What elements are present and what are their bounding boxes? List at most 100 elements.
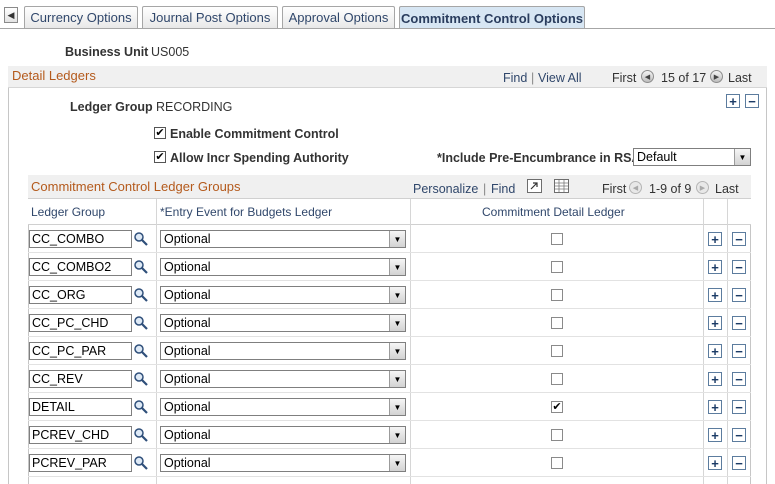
col-entry-event[interactable]: *Entry Event for Budgets Ledger [160, 205, 332, 219]
table-row: CC_PC_CHD Optional ▼ + − [28, 309, 751, 337]
grid-prev-icon[interactable]: ◀ [629, 181, 642, 194]
ledger-group-input[interactable]: DETAIL [29, 398, 132, 416]
detail-add-row-icon[interactable]: + [726, 94, 740, 108]
delete-row-icon[interactable]: − [732, 288, 746, 302]
lookup-search-icon[interactable] [133, 259, 149, 275]
add-row-icon[interactable]: + [708, 316, 722, 330]
commitment-detail-ledger-checkbox[interactable]: ✔ [551, 401, 563, 413]
detail-view-all-link[interactable]: View All [538, 71, 582, 85]
business-unit-label: Business Unit [65, 45, 149, 59]
commitment-detail-ledger-checkbox[interactable] [551, 457, 563, 469]
chevron-down-icon: ▼ [389, 259, 405, 275]
ledger-group-input[interactable]: CC_COMBO [29, 230, 132, 248]
detail-next-icon[interactable]: ▶ [710, 70, 723, 83]
separator: | [483, 182, 487, 196]
ledger-group-value: RECORDING [156, 100, 233, 114]
grid-first-label: First [602, 182, 627, 196]
detail-first-label: First [612, 71, 637, 85]
add-row-icon[interactable]: + [708, 344, 722, 358]
add-row-icon[interactable]: + [708, 232, 722, 246]
add-row-icon[interactable]: + [708, 456, 722, 470]
allow-incr-spending-checkbox[interactable]: ✔ [154, 151, 166, 163]
detail-delete-row-icon[interactable]: − [745, 94, 759, 108]
grid-column-header-row [28, 199, 751, 225]
table-row: CC_REV Optional ▼ + − [28, 365, 751, 393]
commitment-detail-ledger-checkbox[interactable] [551, 233, 563, 245]
ledger-group-input[interactable]: CC_PC_CHD [29, 314, 132, 332]
lookup-search-icon[interactable] [133, 399, 149, 415]
entry-event-select[interactable]: Optional ▼ [160, 314, 406, 332]
col-commitment-detail-ledger[interactable]: Commitment Detail Ledger [482, 205, 625, 219]
ledger-group-input[interactable]: CC_COMBO2 [29, 258, 132, 276]
entry-event-value: Optional [164, 400, 211, 414]
delete-row-icon[interactable]: − [732, 260, 746, 274]
delete-row-icon[interactable]: − [732, 232, 746, 246]
commitment-detail-ledger-checkbox[interactable] [551, 261, 563, 273]
chevron-down-icon: ▼ [389, 427, 405, 443]
lookup-search-icon[interactable] [133, 343, 149, 359]
download-spreadsheet-icon[interactable] [554, 179, 569, 193]
commitment-detail-ledger-checkbox[interactable] [551, 373, 563, 385]
delete-row-icon[interactable]: − [732, 400, 746, 414]
grid-find-link[interactable]: Find [491, 182, 515, 196]
ledger-group-label: Ledger Group [70, 100, 153, 114]
lookup-search-icon[interactable] [133, 371, 149, 387]
entry-event-select[interactable]: Optional ▼ [160, 454, 406, 472]
entry-event-select[interactable]: Optional ▼ [160, 426, 406, 444]
lookup-search-icon[interactable] [133, 427, 149, 443]
entry-event-select[interactable]: Optional ▼ [160, 258, 406, 276]
ledger-group-text: CC_REV [32, 372, 83, 386]
ledger-group-input[interactable]: PCREV_PAR [29, 454, 132, 472]
view-all-zoom-icon[interactable] [527, 179, 542, 193]
entry-event-select[interactable]: Optional ▼ [160, 370, 406, 388]
table-row: CC_ORG Optional ▼ + − [28, 281, 751, 309]
tab-label: Journal Post Options [149, 10, 271, 25]
commitment-detail-ledger-checkbox[interactable] [551, 345, 563, 357]
lookup-search-icon[interactable] [133, 455, 149, 471]
entry-event-select[interactable]: Optional ▼ [160, 398, 406, 416]
table-row: PCREV_PAR Optional ▼ + − [28, 449, 751, 477]
commitment-detail-ledger-checkbox[interactable] [551, 317, 563, 329]
entry-event-select[interactable]: Optional ▼ [160, 342, 406, 360]
delete-row-icon[interactable]: − [732, 428, 746, 442]
lookup-search-icon[interactable] [133, 231, 149, 247]
grid-personalize-link[interactable]: Personalize [413, 182, 478, 196]
add-row-icon[interactable]: + [708, 400, 722, 414]
ledger-group-input[interactable]: CC_PC_PAR [29, 342, 132, 360]
entry-event-value: Optional [164, 372, 211, 386]
commitment-detail-ledger-checkbox[interactable] [551, 429, 563, 441]
chevron-down-icon: ▼ [389, 287, 405, 303]
add-row-icon[interactable]: + [708, 372, 722, 386]
pre-encumbrance-select[interactable]: Default ▼ [633, 148, 751, 166]
tab-journal-post-options[interactable]: Journal Post Options [142, 6, 278, 28]
col-ledger-group[interactable]: Ledger Group [31, 205, 105, 219]
detail-find-link[interactable]: Find [503, 71, 527, 85]
add-row-icon[interactable]: + [708, 260, 722, 274]
chevron-down-icon: ▼ [389, 371, 405, 387]
entry-event-select[interactable]: Optional ▼ [160, 230, 406, 248]
lookup-search-icon[interactable] [133, 287, 149, 303]
tab-label: Currency Options [30, 10, 132, 25]
ledger-group-input[interactable]: PCREV_CHD [29, 426, 132, 444]
enable-commitment-control-checkbox[interactable]: ✔ [154, 127, 166, 139]
add-row-icon[interactable]: + [708, 288, 722, 302]
ledger-group-input[interactable]: CC_ORG [29, 286, 132, 304]
entry-event-select[interactable]: Optional ▼ [160, 286, 406, 304]
delete-row-icon[interactable]: − [732, 456, 746, 470]
lookup-search-icon[interactable] [133, 315, 149, 331]
tab-currency-options[interactable]: Currency Options [24, 6, 138, 28]
delete-row-icon[interactable]: − [732, 372, 746, 386]
add-row-icon[interactable]: + [708, 428, 722, 442]
tab-bar: ◀ Currency Options Journal Post Options … [0, 0, 775, 30]
ledger-group-input[interactable]: CC_REV [29, 370, 132, 388]
scroll-left-icon[interactable]: ◀ [4, 7, 18, 23]
grid-title: Commitment Control Ledger Groups [31, 179, 241, 194]
grid-next-icon[interactable]: ▶ [696, 181, 709, 194]
grid-count: 1-9 of 9 [649, 182, 692, 196]
tab-commitment-control-options[interactable]: Commitment Control Options [399, 6, 585, 29]
tab-approval-options[interactable]: Approval Options [282, 6, 395, 28]
delete-row-icon[interactable]: − [732, 316, 746, 330]
delete-row-icon[interactable]: − [732, 344, 746, 358]
commitment-detail-ledger-checkbox[interactable] [551, 289, 563, 301]
detail-prev-icon[interactable]: ◀ [641, 70, 654, 83]
